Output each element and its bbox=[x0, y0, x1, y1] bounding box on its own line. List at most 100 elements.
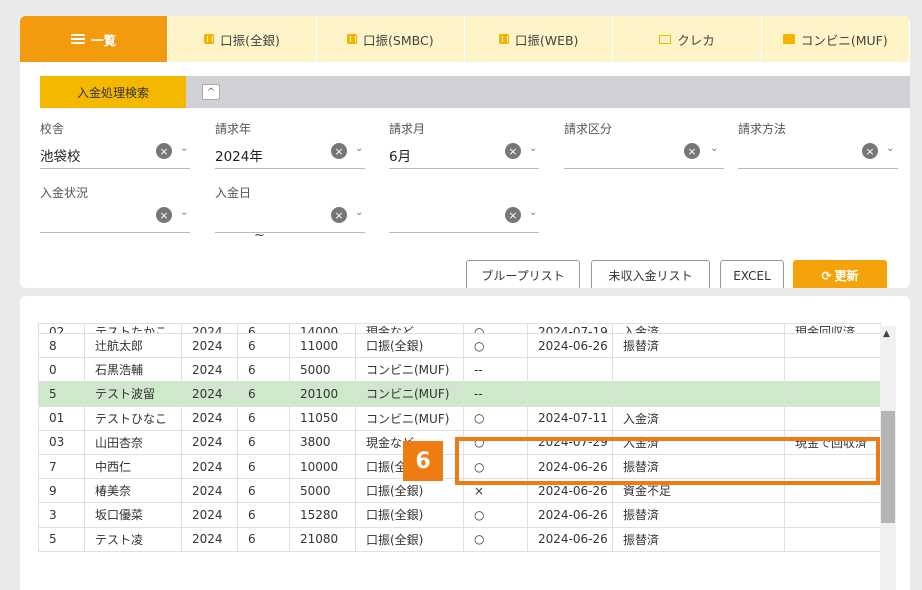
cell-note: 現金回収済。 bbox=[784, 323, 881, 334]
cell-note bbox=[784, 332, 881, 359]
date-range-separator: ~ bbox=[254, 228, 265, 243]
cell-note bbox=[784, 381, 881, 407]
year-select[interactable]: 請求年 2024年 × ⌄ bbox=[215, 120, 365, 176]
cell-method: 口振(全銀) bbox=[355, 526, 464, 552]
month-label: 請求月 bbox=[389, 122, 426, 136]
cell-name: 椿美奈 bbox=[84, 478, 182, 504]
group-list-button[interactable]: ブループリスト bbox=[466, 260, 580, 288]
clear-icon[interactable]: × bbox=[684, 143, 700, 159]
cell-method: 口振(全銀) bbox=[355, 502, 464, 528]
table-row[interactable]: 5 テスト凌 2024 6 21080 口振(全銀) ○ 2024-06-26 振替済 bbox=[38, 526, 881, 552]
bank-icon bbox=[204, 34, 215, 44]
list-icon bbox=[71, 34, 86, 44]
clear-icon[interactable]: × bbox=[505, 143, 521, 159]
chevron-down-icon[interactable]: ⌄ bbox=[355, 143, 363, 154]
table-row[interactable]: 0 石黒浩輔 2024 6 5000 コンビニ(MUF) -- bbox=[38, 357, 881, 383]
campus-label: 校舎 bbox=[40, 122, 65, 136]
clear-icon[interactable]: × bbox=[156, 207, 172, 223]
cell-flag: ○ bbox=[463, 502, 528, 528]
month-select[interactable]: 請求月 6月 × ⌄ bbox=[389, 120, 539, 176]
search-section-header: 入金処理検索 ^ bbox=[40, 76, 910, 108]
excel-button[interactable]: EXCEL bbox=[720, 260, 784, 288]
cell-date: 2024-06-26 bbox=[527, 502, 613, 528]
cell-method: コンビニ(MUF) bbox=[355, 357, 464, 383]
cell-status: 入金済 bbox=[612, 405, 785, 431]
campus-select[interactable]: 校舎 池袋校 × ⌄ bbox=[40, 120, 190, 176]
scroll-thumb[interactable] bbox=[881, 411, 895, 523]
credit-card-icon bbox=[659, 34, 672, 44]
tab-smbc[interactable]: 口振(SMBC) bbox=[316, 16, 465, 62]
cell-id: 02 bbox=[38, 323, 85, 334]
store-icon bbox=[782, 34, 795, 44]
cell-date bbox=[527, 381, 613, 407]
cell-amount: 20100 bbox=[289, 381, 356, 407]
table-row[interactable]: 3 坂口優菜 2024 6 15280 口振(全銀) ○ 2024-06-26 振替済 bbox=[38, 502, 881, 528]
table-row[interactable]: 8 辻航太郎 2024 6 11000 口振(全銀) ○ 2024-06-26 振替済 bbox=[38, 332, 881, 359]
cell-flag: ○ bbox=[463, 332, 528, 359]
highlight-box bbox=[455, 437, 880, 485]
cell-date: 2024-07-11 bbox=[527, 405, 613, 431]
cell-date bbox=[527, 357, 613, 383]
year-value: 2024年 bbox=[215, 149, 263, 165]
cell-method: コンビニ(MUF) bbox=[355, 381, 464, 407]
cell-status: 入金済 bbox=[612, 323, 785, 334]
cell-name: テスト波留 bbox=[84, 381, 182, 407]
cell-amount: 5000 bbox=[289, 478, 356, 504]
cell-id: 5 bbox=[38, 526, 85, 552]
cell-note bbox=[784, 405, 881, 431]
cell-year: 2024 bbox=[181, 453, 238, 480]
cell-flag: -- bbox=[463, 381, 528, 407]
payment-date-from[interactable]: 入金日 × ⌄ bbox=[215, 184, 365, 240]
billing-method-label: 請求方法 bbox=[738, 122, 787, 136]
step-number-badge: 6 bbox=[403, 441, 443, 481]
clear-icon[interactable]: × bbox=[505, 207, 521, 223]
collapse-button[interactable]: ^ bbox=[202, 84, 220, 100]
refresh-icon: ⟳ bbox=[821, 268, 832, 283]
cell-id: 5 bbox=[38, 381, 85, 407]
cell-method: 口振(全銀) bbox=[355, 332, 464, 359]
cell-method: コンビニ(MUF) bbox=[355, 405, 464, 431]
billing-category-label: 請求区分 bbox=[564, 122, 613, 136]
clear-icon[interactable]: × bbox=[156, 143, 172, 159]
cell-year: 2024 bbox=[181, 381, 238, 407]
chevron-down-icon[interactable]: ⌄ bbox=[886, 143, 894, 154]
payment-date-to[interactable]: × ⌄ bbox=[389, 184, 539, 240]
table-row[interactable]: 01 テストひなこ 2024 6 11050 コンビニ(MUF) ○ 2024-07-11 入金… bbox=[38, 405, 881, 431]
cell-year: 2024 bbox=[181, 478, 238, 504]
tab-zengin[interactable]: 口振(全銀) bbox=[168, 16, 317, 62]
chevron-down-icon[interactable]: ⌄ bbox=[180, 143, 188, 154]
table-row[interactable]: 5 テスト波留 2024 6 20100 コンビニ(MUF) -- bbox=[38, 381, 881, 407]
cell-id: 8 bbox=[38, 332, 85, 359]
chevron-down-icon[interactable]: ⌄ bbox=[710, 143, 718, 154]
table-scrollbar[interactable]: ▲ bbox=[880, 326, 896, 590]
scroll-up-icon[interactable]: ▲ bbox=[883, 329, 890, 339]
section-title: 入金処理検索 bbox=[40, 76, 186, 108]
cell-flag: ○ bbox=[463, 323, 528, 334]
tab-convenience[interactable]: コンビニ(MUF) bbox=[761, 16, 910, 62]
cell-name: テスト凌 bbox=[84, 526, 182, 552]
billing-category-select[interactable]: 請求区分 × ⌄ bbox=[564, 120, 724, 176]
unpaid-list-button[interactable]: 未収入金リスト bbox=[591, 260, 710, 288]
cell-flag: -- bbox=[463, 357, 528, 383]
tab-credit-card[interactable]: クレカ bbox=[613, 16, 762, 62]
cell-name: 坂口優菜 bbox=[84, 502, 182, 528]
tab-list[interactable]: 一覧 bbox=[20, 16, 169, 62]
clear-icon[interactable]: × bbox=[331, 143, 347, 159]
clear-icon[interactable]: × bbox=[331, 207, 347, 223]
refresh-button[interactable]: ⟳ 更新 bbox=[793, 260, 887, 288]
chevron-down-icon[interactable]: ⌄ bbox=[355, 207, 363, 218]
table-row[interactable]: 02 テストたかこ 2024 6 14000 現金など ○ 2024-07-19 入金済 現金回収… bbox=[38, 323, 881, 334]
cell-amount: 5000 bbox=[289, 357, 356, 383]
chevron-down-icon[interactable]: ⌄ bbox=[529, 207, 537, 218]
cell-month: 6 bbox=[237, 526, 290, 552]
cell-year: 2024 bbox=[181, 405, 238, 431]
billing-method-select[interactable]: 請求方法 × ⌄ bbox=[738, 120, 898, 176]
chevron-down-icon[interactable]: ⌄ bbox=[180, 207, 188, 218]
payment-status-select[interactable]: 入金状況 × ⌄ bbox=[40, 184, 190, 240]
cell-note bbox=[784, 526, 881, 552]
cell-month: 6 bbox=[237, 357, 290, 383]
chevron-down-icon[interactable]: ⌄ bbox=[529, 143, 537, 154]
clear-icon[interactable]: × bbox=[862, 143, 878, 159]
cell-name: テストひなこ bbox=[84, 405, 182, 431]
tab-web[interactable]: 口振(WEB) bbox=[464, 16, 614, 62]
